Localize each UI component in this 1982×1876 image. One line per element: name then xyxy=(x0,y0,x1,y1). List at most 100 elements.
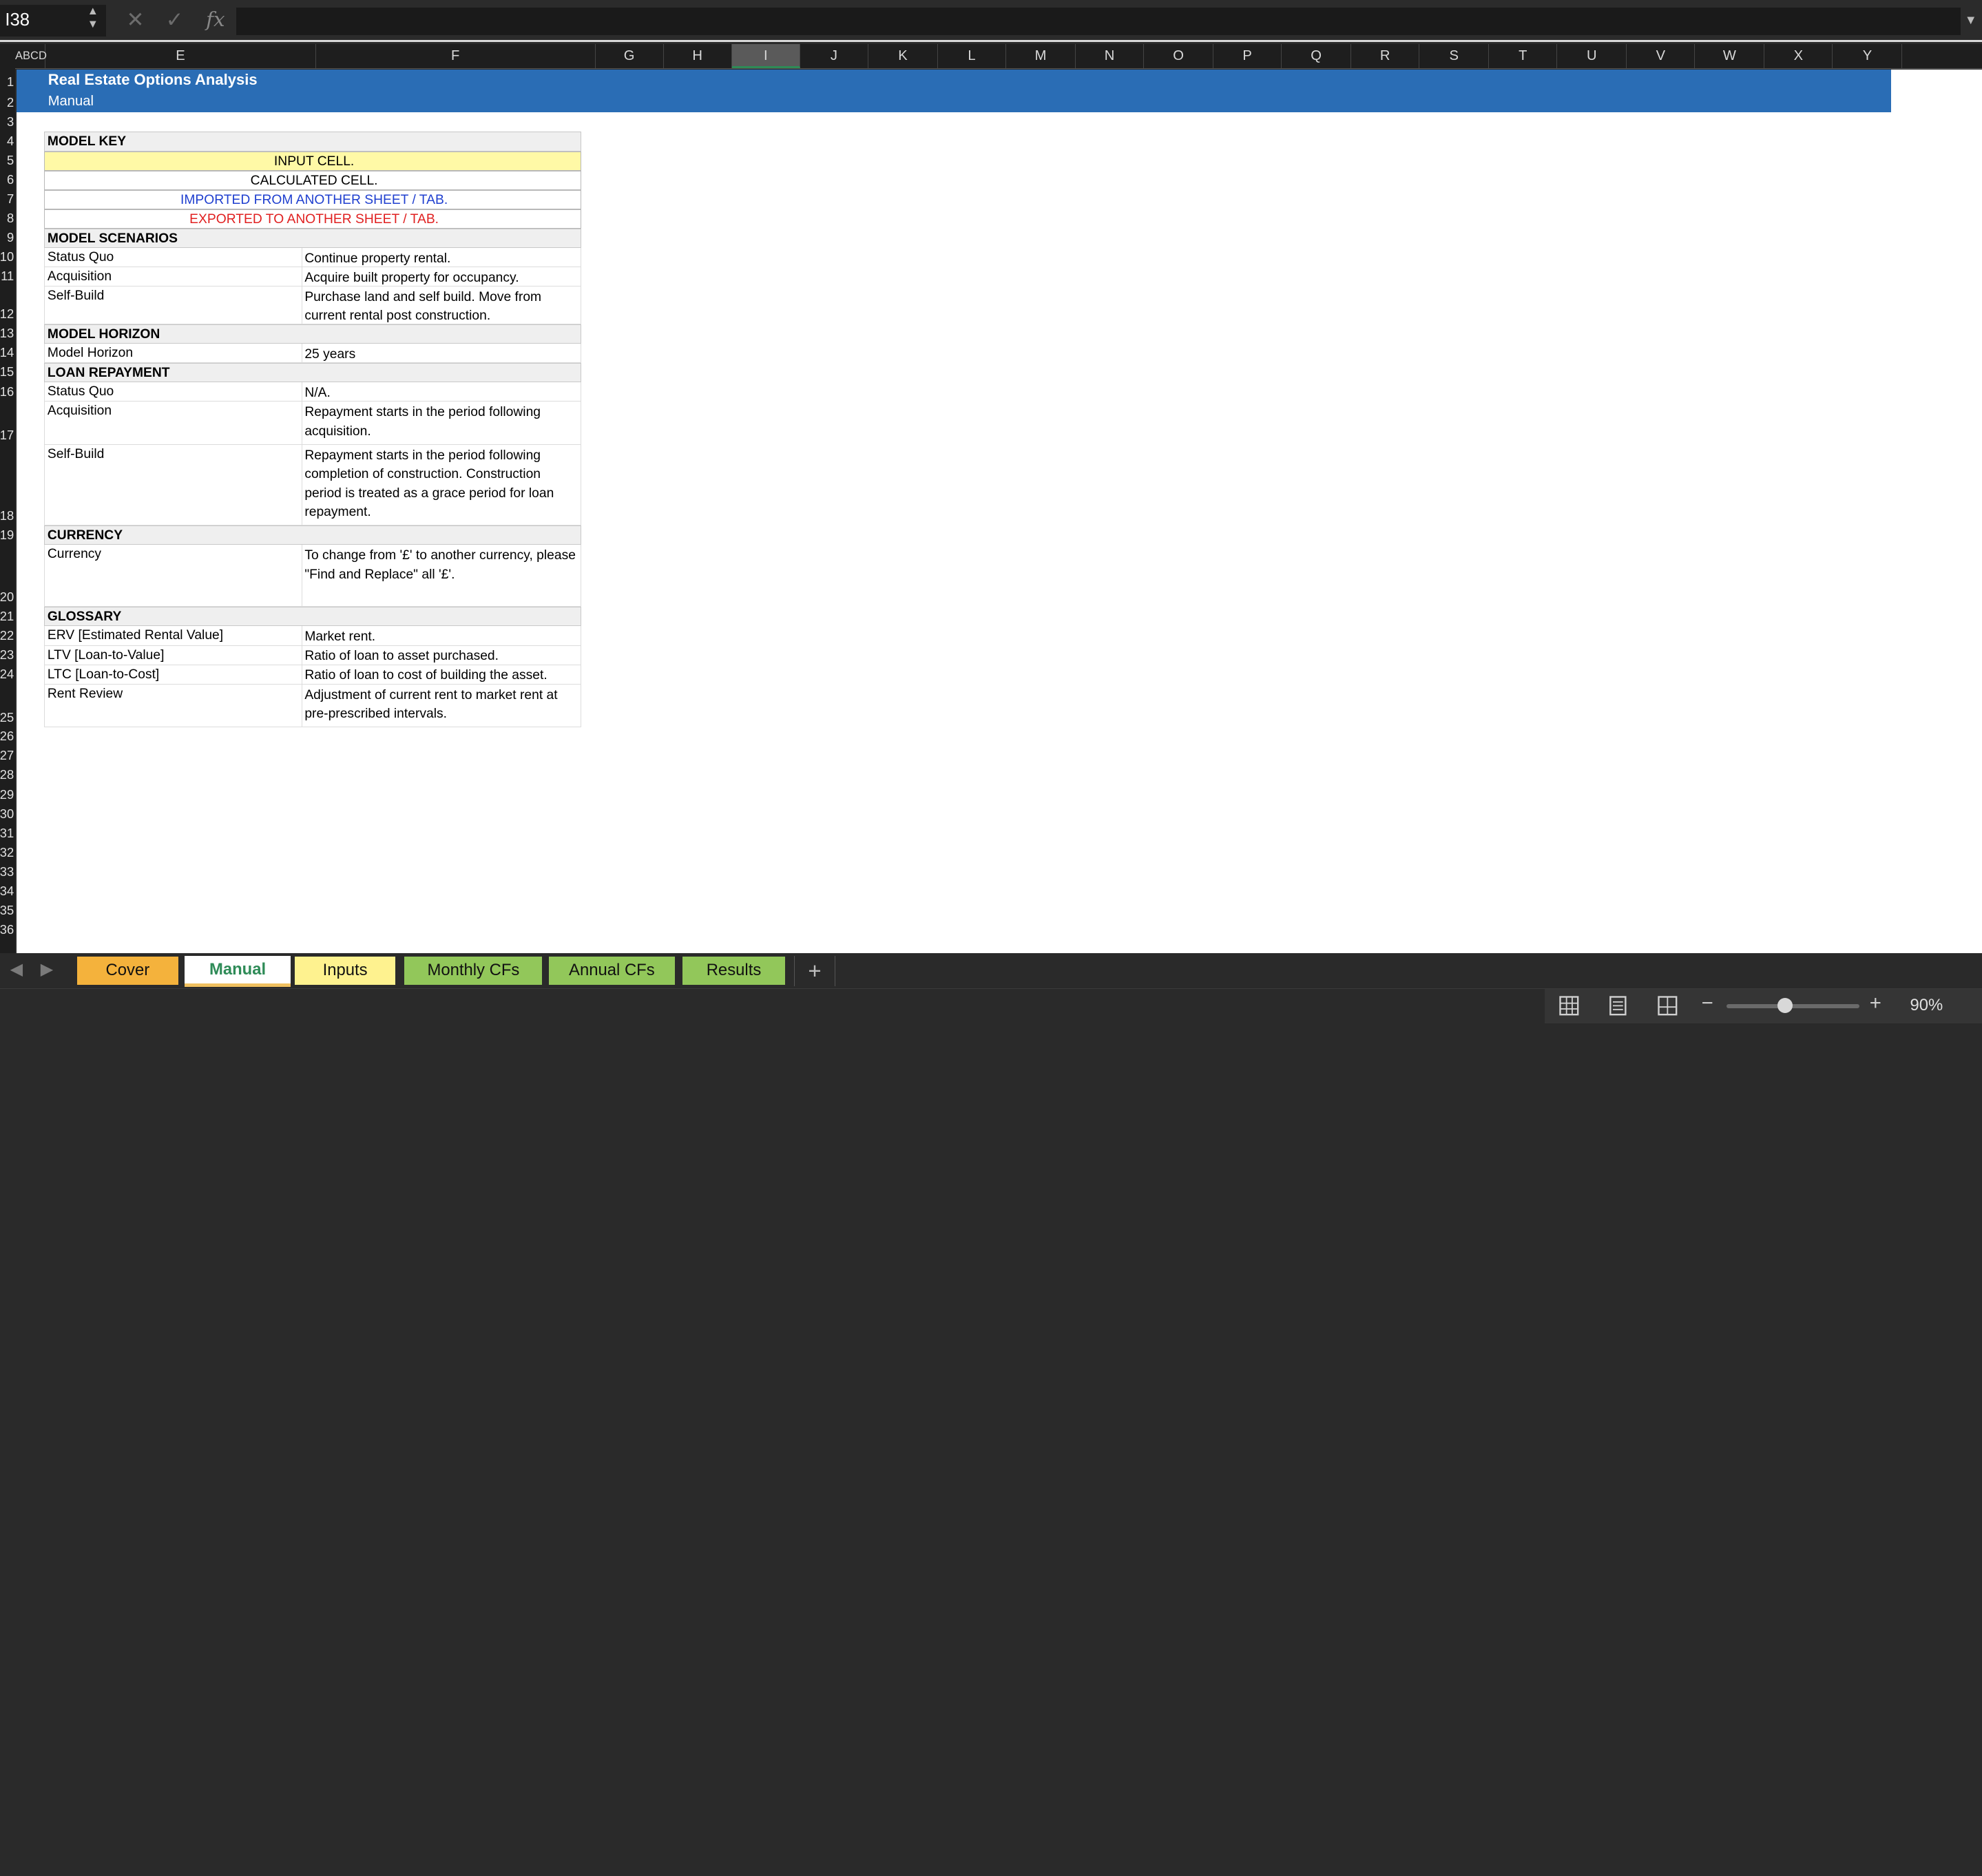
sheet-tab-manual[interactable]: Manual xyxy=(184,955,291,988)
row-header[interactable]: 14 xyxy=(0,342,15,362)
row-header[interactable]: 27 xyxy=(0,745,15,764)
row-header[interactable]: 31 xyxy=(0,823,15,842)
row-header[interactable]: 7 xyxy=(0,189,15,208)
normal-view-icon[interactable] xyxy=(1556,993,1582,1019)
row-header[interactable]: 36 xyxy=(0,919,15,939)
column-header[interactable]: T xyxy=(1489,44,1558,69)
row-header[interactable]: 25 xyxy=(0,683,15,726)
model-key-cell[interactable]: IMPORTED FROM ANOTHER SHEET / TAB. xyxy=(44,189,582,209)
glossary-value[interactable]: Adjustment of current rent to market ren… xyxy=(302,684,582,728)
glossary-label[interactable]: LTV [Loan-to-Value] xyxy=(44,645,302,665)
row-header[interactable]: 8 xyxy=(0,208,15,227)
row-header[interactable]: 30 xyxy=(0,804,15,823)
sheet-grid[interactable]: Real Estate Options Analysis Manual MODE… xyxy=(16,69,1982,953)
row-header[interactable]: 2 xyxy=(0,91,15,111)
scenario-label[interactable]: Acquisition xyxy=(44,267,302,287)
row-header[interactable]: 29 xyxy=(0,784,15,804)
row-header[interactable]: 11 xyxy=(0,266,15,285)
row-header[interactable]: 6 xyxy=(0,169,15,189)
section-header-scenario[interactable]: MODEL SCENARIOS xyxy=(44,228,582,248)
row-header[interactable]: 10 xyxy=(0,247,15,266)
column-header[interactable]: M xyxy=(1006,44,1076,69)
row-header[interactable]: 33 xyxy=(0,862,15,881)
name-box-stepper-icon[interactable]: ▲ ▼ xyxy=(87,5,98,30)
column-header[interactable]: J xyxy=(800,44,868,69)
loan-label[interactable]: Acquisition xyxy=(44,402,302,445)
column-header[interactable]: U xyxy=(1557,44,1627,69)
expand-formula-icon[interactable]: ▼ xyxy=(1965,12,1977,28)
row-header[interactable]: 32 xyxy=(0,842,15,862)
glossary-label[interactable]: Rent Review xyxy=(44,684,302,728)
row-header[interactable]: 12 xyxy=(0,285,15,323)
currency-label[interactable]: Currency xyxy=(44,545,302,607)
column-header[interactable]: ABCD xyxy=(15,44,47,69)
row-header[interactable]: 21 xyxy=(0,606,15,625)
page-layout-view-icon[interactable] xyxy=(1605,993,1631,1019)
model-key-cell[interactable]: CALCULATED CELL. xyxy=(44,170,582,190)
row-header[interactable]: 34 xyxy=(0,881,15,900)
page-break-view-icon[interactable] xyxy=(1655,993,1680,1019)
column-header[interactable]: W xyxy=(1695,44,1765,69)
sheet-tab-monthly-cfs[interactable]: Monthly CFs xyxy=(404,957,543,985)
row-header[interactable]: 35 xyxy=(0,900,15,919)
sheet-tab-inputs[interactable]: Inputs xyxy=(294,957,396,985)
function-icon[interactable]: fx xyxy=(206,8,225,31)
model-key-cell[interactable]: EXPORTED TO ANOTHER SHEET / TAB. xyxy=(44,209,582,229)
column-header[interactable]: V xyxy=(1627,44,1696,69)
horizon-value[interactable]: 25 years xyxy=(302,344,582,364)
zoom-out-icon[interactable]: − xyxy=(1702,992,1713,1015)
scenario-value[interactable]: Purchase land and self build. Move from … xyxy=(302,286,582,325)
row-header[interactable]: 9 xyxy=(0,227,15,247)
cancel-icon[interactable]: ✕ xyxy=(127,8,145,32)
section-header-glossary[interactable]: GLOSSARY xyxy=(44,607,582,627)
row-header[interactable]: 22 xyxy=(0,625,15,645)
row-header[interactable]: 5 xyxy=(0,150,15,169)
column-header[interactable]: O xyxy=(1144,44,1214,69)
column-header[interactable]: X xyxy=(1764,44,1833,69)
column-header[interactable]: L xyxy=(938,44,1007,69)
sheet-tab-cover[interactable]: Cover xyxy=(76,957,178,985)
prev-sheet-icon[interactable]: ◀ xyxy=(10,959,23,979)
glossary-label[interactable]: LTC [Loan-to-Cost] xyxy=(44,665,302,685)
row-header[interactable]: 19 xyxy=(0,525,15,544)
row-header[interactable]: 23 xyxy=(0,645,15,664)
column-header[interactable]: S xyxy=(1419,44,1490,69)
column-header[interactable]: G xyxy=(596,44,664,69)
scenario-label[interactable]: Self-Build xyxy=(44,286,302,325)
row-header[interactable]: 16 xyxy=(0,382,15,401)
column-header[interactable]: E xyxy=(45,44,316,69)
glossary-value[interactable]: Ratio of loan to asset purchased. xyxy=(302,645,582,665)
row-header[interactable]: 4 xyxy=(0,131,15,150)
next-sheet-icon[interactable]: ▶ xyxy=(41,959,53,979)
row-header[interactable]: 15 xyxy=(0,362,15,381)
loan-value[interactable]: N/A. xyxy=(302,382,582,402)
glossary-value[interactable]: Market rent. xyxy=(302,626,582,646)
row-header[interactable]: 1 xyxy=(0,68,15,91)
scenario-value[interactable]: Continue property rental. xyxy=(302,247,582,267)
currency-value[interactable]: To change from '£' to another currency, … xyxy=(302,545,582,607)
section-header-currency[interactable]: CURRENCY xyxy=(44,525,582,545)
row-header[interactable]: 13 xyxy=(0,323,15,342)
row-header[interactable]: 18 xyxy=(0,444,15,524)
add-sheet-button[interactable]: + xyxy=(793,955,836,986)
section-header-model-key[interactable]: MODEL KEY xyxy=(44,132,582,152)
model-key-cell[interactable]: INPUT CELL. xyxy=(44,151,582,171)
column-header[interactable]: P xyxy=(1213,44,1282,69)
scenario-value[interactable]: Acquire built property for occupancy. xyxy=(302,267,582,287)
column-header[interactable]: Y xyxy=(1833,44,1903,69)
column-header[interactable]: F xyxy=(316,44,596,69)
column-header[interactable]: I xyxy=(731,44,800,69)
horizon-label[interactable]: Model Horizon xyxy=(44,344,302,364)
section-header-horizon[interactable]: MODEL HORIZON xyxy=(44,324,582,344)
scenario-label[interactable]: Status Quo xyxy=(44,247,302,267)
column-header[interactable]: K xyxy=(868,44,938,69)
sheet-tab-annual-cfs[interactable]: Annual CFs xyxy=(548,957,676,985)
loan-value[interactable]: Repayment starts in the period following… xyxy=(302,402,582,445)
column-header[interactable]: R xyxy=(1351,44,1420,69)
glossary-value[interactable]: Ratio of loan to cost of building the as… xyxy=(302,665,582,685)
column-header[interactable]: H xyxy=(664,44,732,69)
row-header[interactable]: 28 xyxy=(0,764,15,784)
section-header-loan[interactable]: LOAN REPAYMENT xyxy=(44,363,582,383)
zoom-in-icon[interactable]: + xyxy=(1870,992,1881,1015)
column-header[interactable]: Q xyxy=(1282,44,1352,69)
